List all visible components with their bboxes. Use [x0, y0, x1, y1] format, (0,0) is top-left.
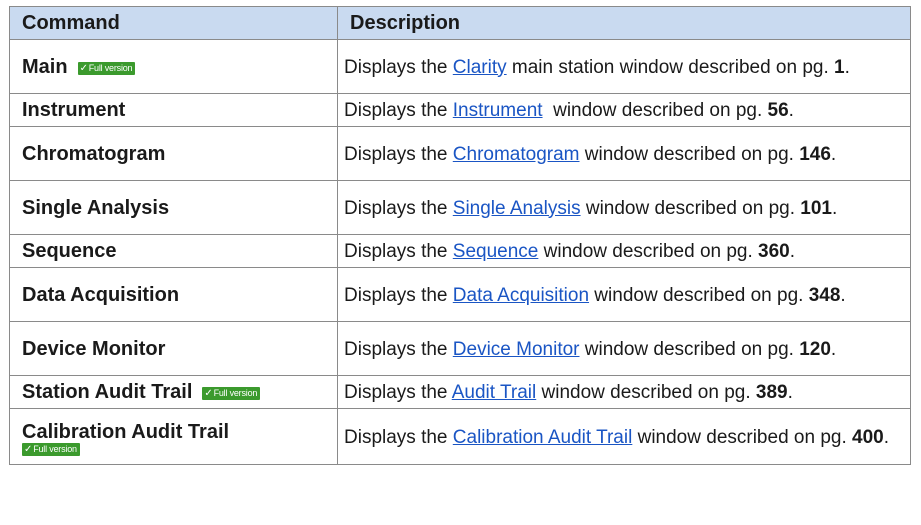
command-cell: Station Audit Trail ✓Full version — [9, 375, 338, 409]
header-command: Command — [9, 6, 338, 40]
command-name: Station Audit Trail — [22, 381, 193, 403]
command-name: Chromatogram — [22, 142, 166, 165]
table-row: Single Analysis Displays the Single Anal… — [9, 180, 911, 235]
command-cell: Data Acquisition — [9, 267, 338, 322]
page-number: 360 — [758, 241, 790, 262]
command-name: Sequence — [22, 240, 117, 262]
command-cell: Device Monitor — [9, 321, 338, 376]
description-cell: Displays the Calibration Audit Trail win… — [337, 408, 911, 465]
description-link[interactable]: Sequence — [453, 241, 539, 262]
description-link[interactable]: Single Analysis — [453, 198, 581, 219]
command-name: Main — [22, 55, 68, 78]
command-cell: Chromatogram — [9, 126, 338, 181]
command-cell: Main ✓Full version — [9, 39, 338, 94]
description-cell: Displays the Device Monitor window descr… — [337, 321, 911, 376]
command-name: Data Acquisition — [22, 283, 180, 306]
table-row: Data Acquisition Displays the Data Acqui… — [9, 267, 911, 322]
table-row: Calibration Audit Trail ✓Full version Di… — [9, 408, 911, 465]
command-cell: Instrument — [9, 93, 338, 127]
description-link[interactable]: Device Monitor — [453, 339, 580, 360]
table-row: Sequence Displays the Sequence window de… — [9, 234, 911, 268]
page-number: 120 — [799, 338, 831, 360]
page-number: 146 — [799, 143, 831, 165]
description-link[interactable]: Data Acquisition — [453, 285, 589, 306]
table-row: Chromatogram Displays the Chromatogram w… — [9, 126, 911, 181]
page-number: 1 — [834, 56, 845, 78]
command-name: Device Monitor — [22, 337, 166, 360]
header-description: Description — [337, 6, 911, 40]
description-cell: Displays the Single Analysis window desc… — [337, 180, 911, 235]
table-header-row: Command Description — [9, 6, 911, 40]
table-row: Device Monitor Displays the Device Monit… — [9, 321, 911, 376]
description-cell: Displays the Sequence window described o… — [337, 234, 911, 268]
description-cell: Displays the Data Acquisition window des… — [337, 267, 911, 322]
table-row: Main ✓Full version Displays the Clarity m… — [9, 39, 911, 94]
page-number: 348 — [808, 284, 841, 306]
page-number: 101 — [800, 197, 832, 219]
description-link[interactable]: Audit Trail — [452, 382, 536, 403]
full-version-badge: ✓Full version — [22, 442, 80, 456]
description-link[interactable]: Calibration Audit Trail — [453, 427, 633, 448]
full-version-badge: ✓Full version — [77, 61, 136, 75]
page-number: 56 — [767, 100, 789, 121]
description-link[interactable]: Instrument — [453, 100, 543, 121]
description-cell: Displays the Instrument window described… — [337, 93, 911, 127]
command-cell: Sequence — [9, 234, 338, 268]
check-icon: ✓ — [204, 388, 213, 399]
command-cell: Single Analysis — [9, 180, 338, 235]
command-name: Calibration Audit Trail — [22, 420, 230, 443]
command-name: Instrument — [22, 99, 126, 121]
table-row: Station Audit Trail ✓Full version Display… — [9, 375, 911, 409]
full-version-badge: ✓Full version — [202, 387, 261, 400]
table-row: Instrument Displays the Instrument windo… — [9, 93, 911, 127]
description-link[interactable]: Clarity — [453, 57, 507, 78]
commands-table: Command Description Main ✓Full version Di… — [9, 6, 911, 465]
command-cell: Calibration Audit Trail ✓Full version — [9, 408, 338, 465]
description-cell: Displays the Clarity main station window… — [337, 39, 911, 94]
description-link[interactable]: Chromatogram — [453, 144, 580, 165]
description-cell: Displays the Audit Trail window describe… — [337, 375, 911, 409]
command-name: Single Analysis — [22, 196, 170, 219]
page-number: 389 — [755, 382, 788, 403]
page-number: 400 — [852, 426, 884, 448]
description-cell: Displays the Chromatogram window describ… — [337, 126, 911, 181]
check-icon: ✓ — [79, 62, 88, 74]
check-icon: ✓ — [24, 443, 33, 455]
